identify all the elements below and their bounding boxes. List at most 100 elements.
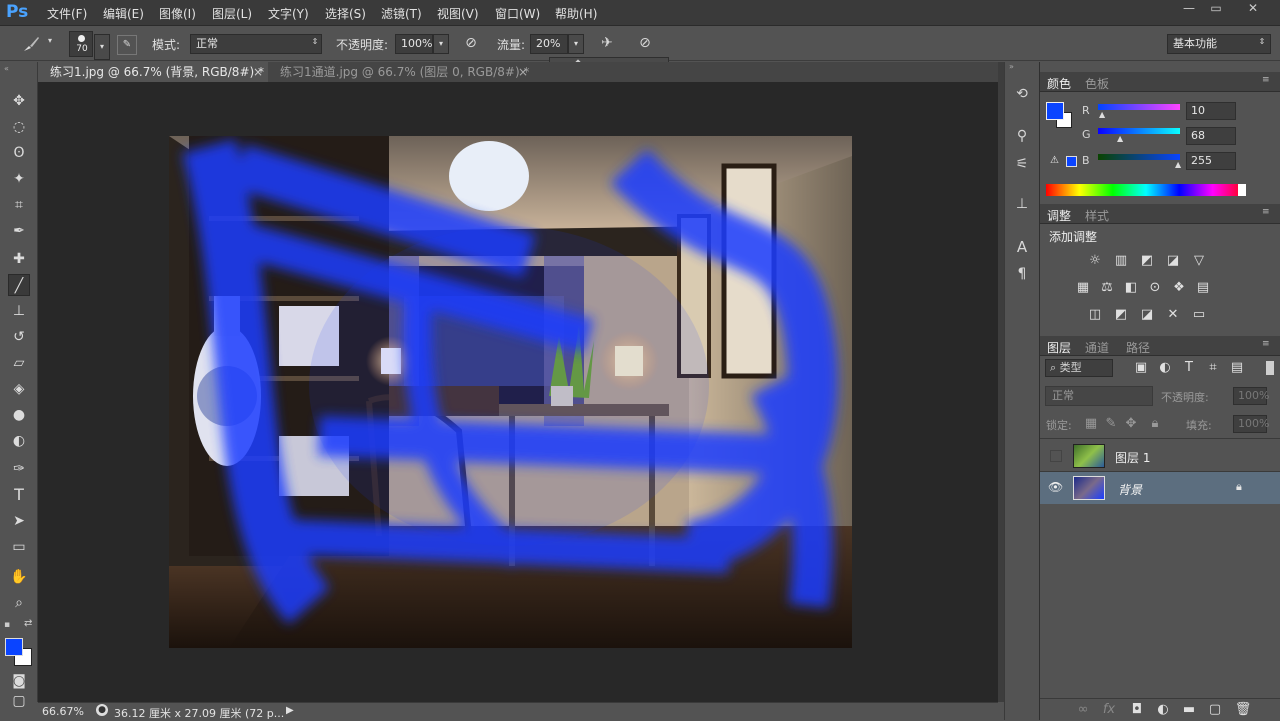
layer-filter-select[interactable]: ⌕ 类型 xyxy=(1045,359,1113,377)
filter-smart-object-icon[interactable]: ▤ xyxy=(1228,359,1246,377)
tab-paths[interactable]: 路径 xyxy=(1126,339,1150,356)
black-white-icon[interactable]: ◧ xyxy=(1122,279,1140,297)
magic-wand-tool-icon[interactable]: ✦ xyxy=(8,168,30,190)
zoom-tool-icon[interactable]: ⌕ xyxy=(8,592,30,614)
new-adjustment-layer-icon[interactable]: ◐ xyxy=(1154,701,1172,719)
pressure-opacity-icon[interactable]: ⊘ xyxy=(461,35,481,51)
menu-image[interactable]: 图像(I) xyxy=(159,5,196,22)
lock-position-icon[interactable]: ✥ xyxy=(1122,415,1140,433)
filter-adjustment-icon[interactable]: ◐ xyxy=(1156,359,1174,377)
airbrush-icon[interactable]: ✈ xyxy=(597,35,617,51)
tab-color[interactable]: 颜色 xyxy=(1047,75,1071,92)
lock-pixels-icon[interactable]: ✎ xyxy=(1102,415,1120,433)
menu-help[interactable]: 帮助(H) xyxy=(555,5,597,22)
tab-layers[interactable]: 图层 xyxy=(1047,339,1071,356)
collapse-icon[interactable]: « xyxy=(4,64,14,73)
flow-input[interactable]: 20% xyxy=(530,34,568,54)
hue-saturation-icon[interactable]: ▦ xyxy=(1074,279,1092,297)
add-mask-icon[interactable]: ◘ xyxy=(1128,701,1146,719)
tab-document-2[interactable]: 练习1通道.jpg @ 66.7% (图层 0, RGB/8#) * × xyxy=(268,62,530,82)
gamut-warning-icon[interactable]: ⚠ xyxy=(1050,155,1059,166)
exposure-icon[interactable]: ◪ xyxy=(1164,252,1182,270)
status-menu-arrow-icon[interactable]: ▶ xyxy=(286,705,294,716)
tab-swatches[interactable]: 色板 xyxy=(1085,75,1109,92)
collapse-icon[interactable]: » xyxy=(1009,62,1014,71)
threshold-icon[interactable]: ◪ xyxy=(1138,306,1156,324)
menu-edit[interactable]: 编辑(E) xyxy=(103,5,144,22)
opacity-dropdown[interactable]: ▾ xyxy=(433,34,449,54)
b-slider-thumb[interactable]: ▲ xyxy=(1175,160,1181,169)
posterize-icon[interactable]: ◩ xyxy=(1112,306,1130,324)
gradient-map-icon[interactable]: ▭ xyxy=(1190,306,1208,324)
tab-document-1[interactable]: 练习1.jpg @ 66.7% (背景, RGB/8#) * × xyxy=(38,62,268,82)
layer-visibility-toggle[interactable] xyxy=(1050,450,1062,462)
history-brush-tool-icon[interactable]: ↺ xyxy=(8,326,30,348)
channel-mixer-icon[interactable]: ❖ xyxy=(1170,279,1188,297)
r-slider[interactable] xyxy=(1098,104,1180,110)
hand-tool-icon[interactable]: ✋ xyxy=(8,566,30,588)
opacity-input[interactable]: 100% xyxy=(395,34,433,54)
brush-presets-icon[interactable]: ⚲ xyxy=(1011,128,1033,144)
r-slider-thumb[interactable]: ▲ xyxy=(1099,110,1105,119)
layer-name[interactable]: 图层 1 xyxy=(1115,449,1150,466)
menu-filter[interactable]: 滤镜(T) xyxy=(381,5,422,22)
default-colors-icon[interactable]: ▪ xyxy=(4,620,10,630)
eyedropper-tool-icon[interactable]: ✒ xyxy=(8,220,30,242)
type-tool-icon[interactable]: T xyxy=(8,484,30,506)
tab-channels[interactable]: 通道 xyxy=(1085,339,1109,356)
levels-icon[interactable]: ▥ xyxy=(1112,252,1130,270)
workspace-select[interactable]: 基本功能 xyxy=(1167,34,1271,54)
quick-mask-icon[interactable]: ◙ xyxy=(8,670,30,692)
layer-row[interactable]: 图层 1 xyxy=(1040,440,1280,472)
panel-menu-icon[interactable]: ≡ xyxy=(1262,207,1270,217)
close-icon[interactable]: × xyxy=(253,62,263,82)
eraser-tool-icon[interactable]: ▱ xyxy=(8,352,30,374)
web-safe-swatch[interactable] xyxy=(1066,156,1077,167)
b-slider[interactable] xyxy=(1098,154,1180,160)
foreground-color-swatch[interactable] xyxy=(1046,102,1064,120)
new-group-icon[interactable]: ▬ xyxy=(1180,701,1198,719)
pen-tool-icon[interactable]: ✑ xyxy=(8,458,30,480)
brush-panel-icon[interactable]: ⚟ xyxy=(1011,156,1033,172)
menu-select[interactable]: 选择(S) xyxy=(325,5,366,22)
brush-tool-icon[interactable]: ╱ xyxy=(8,274,30,296)
brush-size-picker[interactable]: 70 xyxy=(69,31,93,57)
eye-icon[interactable]: 👁︎ xyxy=(1048,480,1063,494)
vibrance-icon[interactable]: ▽ xyxy=(1190,252,1208,270)
document-image[interactable] xyxy=(169,136,852,648)
crop-tool-icon[interactable]: ⌗ xyxy=(8,194,30,216)
color-lookup-icon[interactable]: ▤ xyxy=(1194,279,1212,297)
close-button[interactable]: ✕ xyxy=(1232,0,1274,16)
pressure-size-icon[interactable]: ⊘ xyxy=(635,35,655,51)
paragraph-panel-icon[interactable]: ¶ xyxy=(1011,266,1033,282)
panel-menu-icon[interactable]: ≡ xyxy=(1262,339,1270,349)
close-icon[interactable]: × xyxy=(518,62,528,82)
layer-blend-mode-select[interactable]: 正常 xyxy=(1045,386,1153,406)
menu-type[interactable]: 文字(Y) xyxy=(268,5,309,22)
g-value-input[interactable]: 68 xyxy=(1186,127,1236,145)
chevron-down-icon[interactable]: ▾ xyxy=(45,36,55,45)
lock-transparency-icon[interactable]: ▦ xyxy=(1082,415,1100,433)
tab-adjustments[interactable]: 调整 xyxy=(1047,207,1071,224)
layer-style-icon[interactable]: fx xyxy=(1100,701,1118,719)
flow-dropdown[interactable]: ▾ xyxy=(568,34,584,54)
restore-button[interactable]: ▭ xyxy=(1203,0,1229,16)
zoom-level[interactable]: 66.67% xyxy=(42,705,84,718)
document-info-icon[interactable]: ● xyxy=(96,704,108,716)
color-balance-icon[interactable]: ⚖ xyxy=(1098,279,1116,297)
foreground-color-swatch[interactable] xyxy=(5,638,23,656)
screen-mode-icon[interactable]: ▢ xyxy=(8,694,30,708)
brush-panel-icon[interactable]: ✎ xyxy=(117,35,137,55)
selective-color-icon[interactable]: ✕ xyxy=(1164,306,1182,324)
clone-source-icon[interactable]: ⊥ xyxy=(1011,196,1033,212)
new-layer-icon[interactable]: ▢ xyxy=(1206,701,1224,719)
fill-input[interactable]: 100% xyxy=(1233,415,1269,433)
filter-type-icon[interactable]: T xyxy=(1180,359,1198,377)
history-panel-icon[interactable]: ⟲ xyxy=(1011,86,1033,102)
mode-select[interactable]: 正常 xyxy=(190,34,322,54)
panel-menu-icon[interactable]: ≡ xyxy=(1262,75,1270,85)
menu-file[interactable]: 文件(F) xyxy=(47,5,87,22)
healing-brush-tool-icon[interactable]: ✚ xyxy=(8,248,30,270)
lock-all-icon[interactable]: 🔒︎ xyxy=(1146,415,1164,433)
link-layers-icon[interactable]: ∞ xyxy=(1074,701,1092,719)
